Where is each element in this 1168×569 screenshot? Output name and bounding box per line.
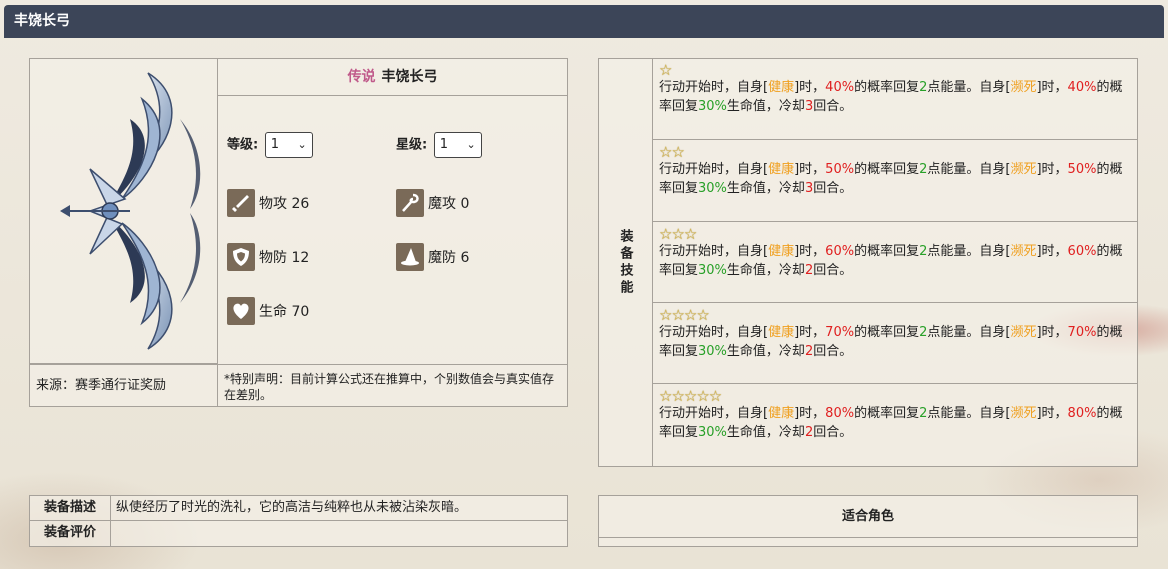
- skill-description: 行动开始时，自身[健康]时，70%的概率回复2点能量。自身[濒死]时，70%的概…: [659, 325, 1123, 359]
- stat-health: 生命 70: [227, 297, 309, 325]
- source-cell: 来源：赛季通行证奖励: [29, 364, 218, 407]
- star-select-row: 星级: 1 ⌄: [396, 132, 482, 158]
- description-label: 装备描述: [30, 496, 111, 521]
- rarity-label: 传说: [347, 69, 376, 85]
- skill-row: ☆ 行动开始时，自身[健康]时，40%的概率回复2点能量。自身[濒死]时，40%的…: [653, 58, 1138, 140]
- bow-image: [60, 72, 201, 350]
- evaluation-row: 装备评价: [30, 521, 567, 546]
- skill-description: 行动开始时，自身[健康]时，80%的概率回复2点能量。自身[濒死]时，80%的概…: [659, 406, 1123, 440]
- skill-label-cell: 装备技能: [598, 58, 653, 467]
- page-title: 丰饶长弓: [14, 13, 70, 29]
- skill-row: ☆☆☆☆ 行动开始时，自身[健康]时，70%的概率回复2点能量。自身[濒死]时，7…: [653, 303, 1138, 384]
- skill-label: 装备技能: [617, 228, 633, 297]
- stat-physical-defense: 物防 12: [227, 243, 309, 271]
- stat-magic-attack: 魔攻 0: [396, 189, 469, 217]
- star-rating-icon: ☆☆: [659, 143, 685, 161]
- shield-icon: [227, 243, 255, 271]
- disclaimer-text: *特别声明：目前计算公式还在推算中，个别数值会与真实值存在差别。: [224, 372, 555, 402]
- suitable-characters-table: 适合角色: [598, 495, 1138, 547]
- description-row: 装备描述 纵使经历了时光的洗礼，它的高洁与纯粹也从未被沾染灰暗。: [30, 496, 567, 521]
- star-label: 星级:: [396, 137, 428, 153]
- description-text: 纵使经历了时光的洗礼，它的高洁与纯粹也从未被沾染灰暗。: [116, 500, 468, 515]
- star-rating-icon: ☆☆☆☆☆: [659, 387, 722, 405]
- skill-description: 行动开始时，自身[健康]时，50%的概率回复2点能量。自身[濒死]时，50%的概…: [659, 162, 1123, 196]
- page-header: 丰饶长弓: [4, 5, 1164, 38]
- stat-magic-defense: 魔防 6: [396, 243, 469, 271]
- equipment-image-cell: [29, 58, 218, 364]
- skill-row: ☆☆☆ 行动开始时，自身[健康]时，60%的概率回复2点能量。自身[濒死]时，60…: [653, 222, 1138, 303]
- level-select[interactable]: 1 ⌄: [264, 132, 313, 158]
- equipment-stats-cell: 等级: 1 ⌄ 星级: 1 ⌄ 物攻 26 魔攻 0 物防 12 魔防 6 生命 7…: [217, 95, 568, 365]
- equipment-name: 丰饶长弓: [381, 69, 438, 85]
- skill-description: 行动开始时，自身[健康]时，60%的概率回复2点能量。自身[濒死]时，60%的概…: [659, 244, 1123, 278]
- sword-icon: [227, 189, 255, 217]
- wizard-hat-icon: [396, 243, 424, 271]
- source-text: 来源：赛季通行证奖励: [36, 378, 167, 393]
- chevron-down-icon: ⌄: [297, 138, 307, 151]
- heart-icon: [227, 297, 255, 325]
- equipment-name-cell: 传说 丰饶长弓: [217, 58, 568, 96]
- level-select-row: 等级: 1 ⌄: [227, 132, 313, 158]
- star-rating-icon: ☆☆☆☆: [659, 306, 710, 324]
- staff-icon: [396, 189, 424, 217]
- star-rating-icon: ☆: [659, 61, 672, 79]
- description-table: 装备描述 纵使经历了时光的洗礼，它的高洁与纯粹也从未被沾染灰暗。 装备评价: [29, 495, 568, 547]
- suitable-characters-title: 适合角色: [599, 496, 1137, 538]
- skill-description: 行动开始时，自身[健康]时，40%的概率回复2点能量。自身[濒死]时，40%的概…: [659, 80, 1123, 114]
- level-label: 等级:: [227, 137, 259, 153]
- stat-physical-attack: 物攻 26: [227, 189, 309, 217]
- skill-row: ☆☆ 行动开始时，自身[健康]时，50%的概率回复2点能量。自身[濒死]时，50%…: [653, 140, 1138, 222]
- chevron-down-icon: ⌄: [466, 138, 476, 151]
- level-value: 1: [270, 137, 280, 152]
- evaluation-label: 装备评价: [30, 521, 111, 546]
- star-rating-icon: ☆☆☆: [659, 225, 697, 243]
- note-cell: *特别声明：目前计算公式还在推算中，个别数值会与真实值存在差别。: [217, 364, 568, 407]
- star-select[interactable]: 1 ⌄: [433, 132, 482, 158]
- skill-row: ☆☆☆☆☆ 行动开始时，自身[健康]时，80%的概率回复2点能量。自身[濒死]时，…: [653, 384, 1138, 467]
- star-value: 1: [439, 137, 449, 152]
